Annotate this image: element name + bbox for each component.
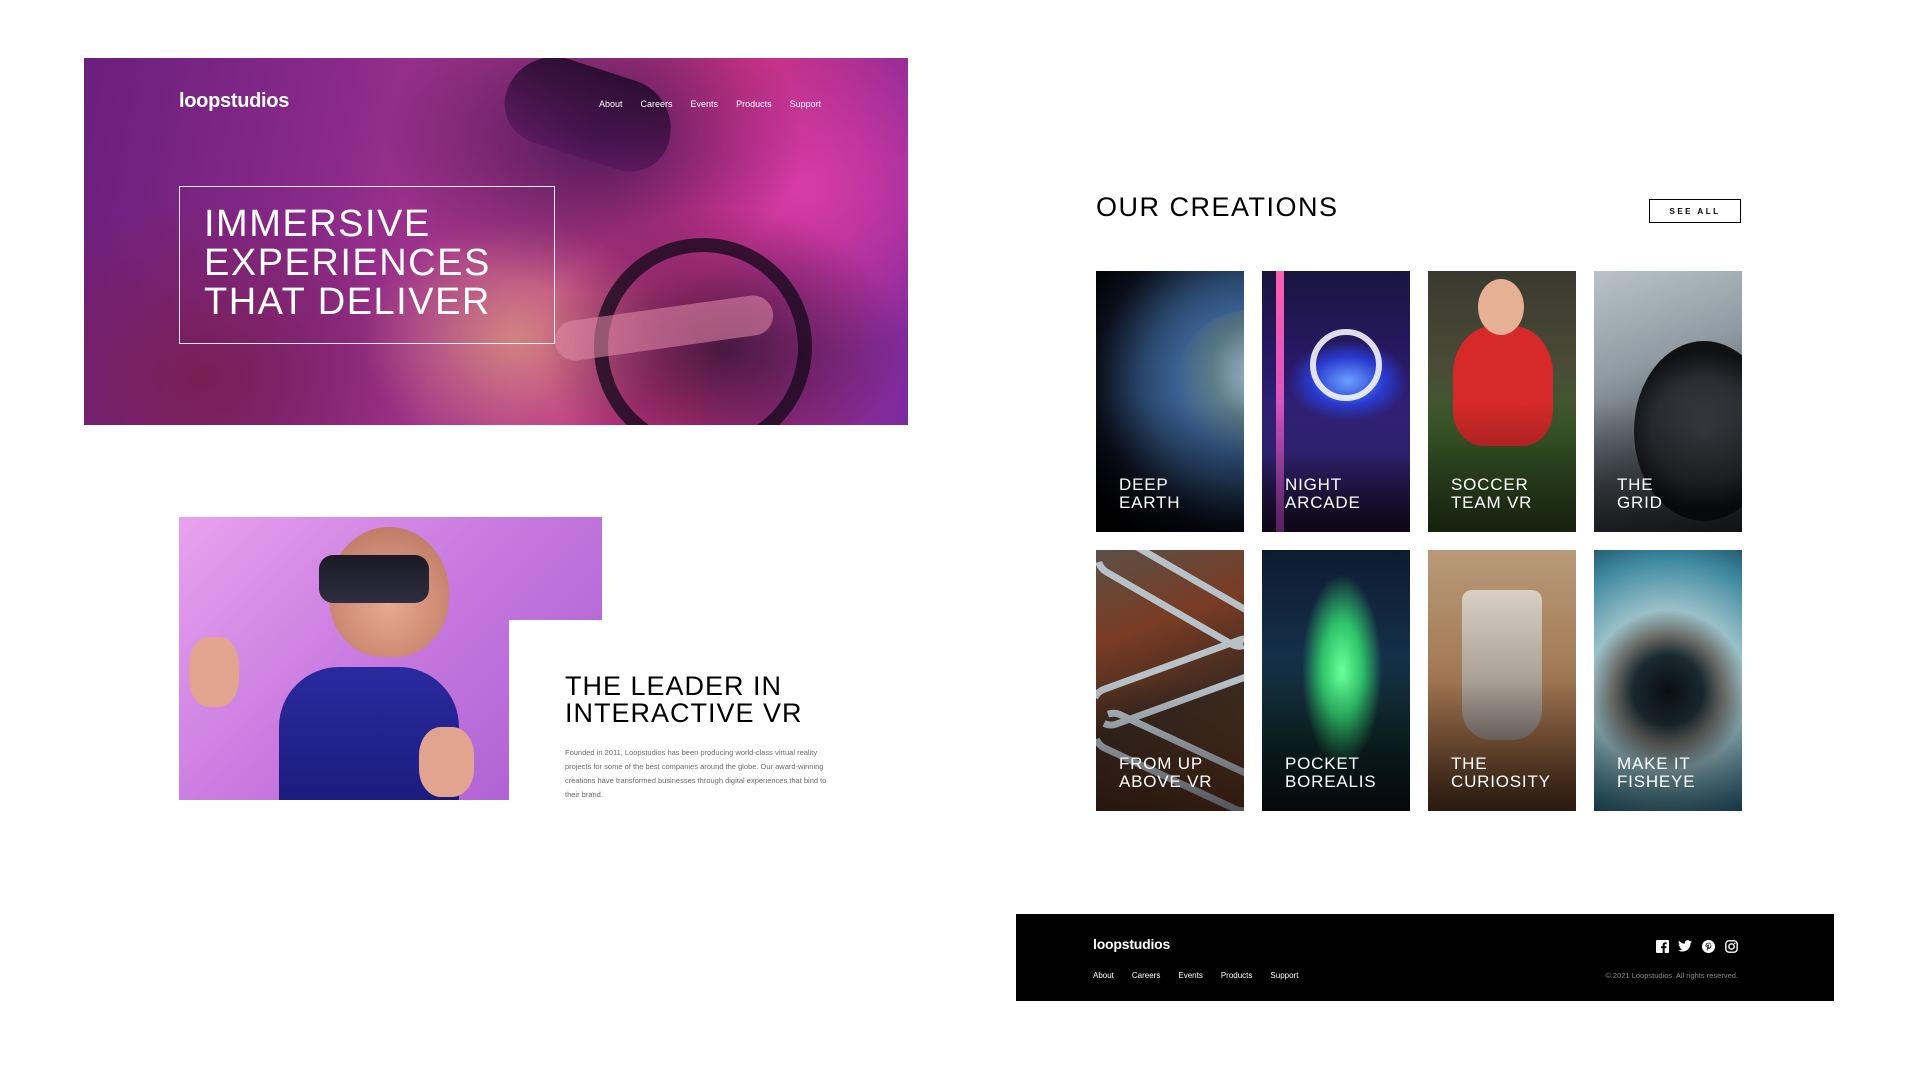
leader-title-line: THE LEADER IN — [565, 671, 783, 701]
card-label-line: FISHEYE — [1617, 772, 1696, 791]
card-label-line: MAKE IT — [1617, 754, 1691, 773]
facebook-icon[interactable] — [1654, 938, 1670, 954]
creation-card-the-grid[interactable]: THE GRID — [1594, 271, 1742, 532]
creation-card-label: POCKET BOREALIS — [1285, 755, 1376, 791]
footer-nav: About Careers Events Products Support — [1093, 971, 1316, 980]
see-all-button[interactable]: SEE ALL — [1649, 199, 1741, 223]
twitter-icon[interactable] — [1677, 938, 1693, 954]
card-image-player-face — [1478, 279, 1524, 335]
nav-about[interactable]: About — [599, 99, 623, 109]
card-image-neon-strip — [1276, 271, 1284, 532]
hero-image-headset — [494, 58, 684, 183]
footer-nav-support[interactable]: Support — [1270, 971, 1298, 980]
card-label-line: SOCCER — [1451, 475, 1529, 494]
nav-products[interactable]: Products — [736, 99, 772, 109]
card-label-line: NIGHT — [1285, 475, 1342, 494]
creation-card-label: MAKE IT FISHEYE — [1617, 755, 1695, 791]
card-label-line: BOREALIS — [1285, 772, 1377, 791]
card-label-line: TEAM VR — [1451, 493, 1533, 512]
creation-card-make-it-fisheye[interactable]: MAKE IT FISHEYE — [1594, 550, 1742, 811]
hero-headline-line: THAT DELIVER — [204, 281, 491, 323]
creation-card-label: THE GRID — [1617, 476, 1663, 512]
leader-image-hand — [189, 637, 239, 707]
hero-headline-line: EXPERIENCES — [204, 242, 491, 284]
creation-card-pocket-borealis[interactable]: POCKET BOREALIS — [1262, 550, 1410, 811]
nav-events[interactable]: Events — [691, 99, 719, 109]
main-nav: About Careers Events Products Support — [599, 99, 839, 109]
creation-card-label: FROM UP ABOVE VR — [1119, 755, 1212, 791]
card-label-line: THE — [1617, 475, 1654, 494]
hero-section: loopstudios About Careers Events Product… — [84, 58, 908, 425]
card-image-earth — [1176, 311, 1244, 461]
card-image-arcade-ring — [1310, 329, 1382, 401]
creation-card-soccer-team-vr[interactable]: SOCCER TEAM VR — [1428, 271, 1576, 532]
footer-nav-events[interactable]: Events — [1178, 971, 1202, 980]
card-label-line: FROM UP — [1119, 754, 1203, 773]
leader-title: THE LEADER IN INTERACTIVE VR — [565, 673, 865, 727]
footer-nav-about[interactable]: About — [1093, 971, 1114, 980]
hero-headline-line: IMMERSIVE — [204, 203, 431, 245]
creation-card-label: SOCCER TEAM VR — [1451, 476, 1532, 512]
creation-card-from-up-above-vr[interactable]: FROM UP ABOVE VR — [1096, 550, 1244, 811]
instagram-icon[interactable] — [1723, 938, 1739, 954]
nav-support[interactable]: Support — [790, 99, 822, 109]
social-links — [1654, 938, 1739, 954]
card-label-line: DEEP — [1119, 475, 1169, 494]
card-image-road — [1096, 550, 1244, 658]
card-label-line: THE — [1451, 754, 1488, 773]
creation-card-label: DEEP EARTH — [1119, 476, 1180, 512]
site-footer: loopstudios About Careers Events Product… — [1016, 914, 1834, 1001]
copyright-text: © 2021 Loopstudios. All rights reserved. — [1605, 971, 1738, 980]
card-label-line: CURIOSITY — [1451, 772, 1551, 791]
hero-headline-box: IMMERSIVE EXPERIENCES THAT DELIVER — [179, 186, 555, 344]
footer-logo[interactable]: loopstudios — [1093, 936, 1170, 952]
card-image-road — [1096, 629, 1244, 735]
card-label-line: ARCADE — [1285, 493, 1361, 512]
leader-description: Founded in 2011, Loopstudios has been pr… — [565, 748, 827, 799]
card-image-player — [1453, 326, 1553, 446]
footer-nav-careers[interactable]: Careers — [1132, 971, 1160, 980]
card-image-rover — [1462, 590, 1542, 740]
creation-card-label: NIGHT ARCADE — [1285, 476, 1361, 512]
leader-image — [179, 517, 602, 800]
nav-careers[interactable]: Careers — [641, 99, 673, 109]
creation-card-the-curiosity[interactable]: THE CURIOSITY — [1428, 550, 1576, 811]
leader-image-hand — [419, 727, 474, 797]
footer-nav-products[interactable]: Products — [1221, 971, 1253, 980]
pinterest-icon[interactable] — [1700, 938, 1716, 954]
leader-image-headset — [319, 555, 429, 603]
creation-card-night-arcade[interactable]: NIGHT ARCADE — [1262, 271, 1410, 532]
site-logo[interactable]: loopstudios — [179, 90, 289, 113]
creation-card-label: THE CURIOSITY — [1451, 755, 1551, 791]
leader-title-line: INTERACTIVE VR — [565, 698, 803, 728]
card-label-line: POCKET — [1285, 754, 1360, 773]
card-label-line: ABOVE VR — [1119, 772, 1213, 791]
creations-title: OUR CREATIONS — [1096, 192, 1339, 222]
card-label-line: GRID — [1617, 493, 1663, 512]
card-label-line: EARTH — [1119, 493, 1181, 512]
creation-card-deep-earth[interactable]: DEEP EARTH — [1096, 271, 1244, 532]
